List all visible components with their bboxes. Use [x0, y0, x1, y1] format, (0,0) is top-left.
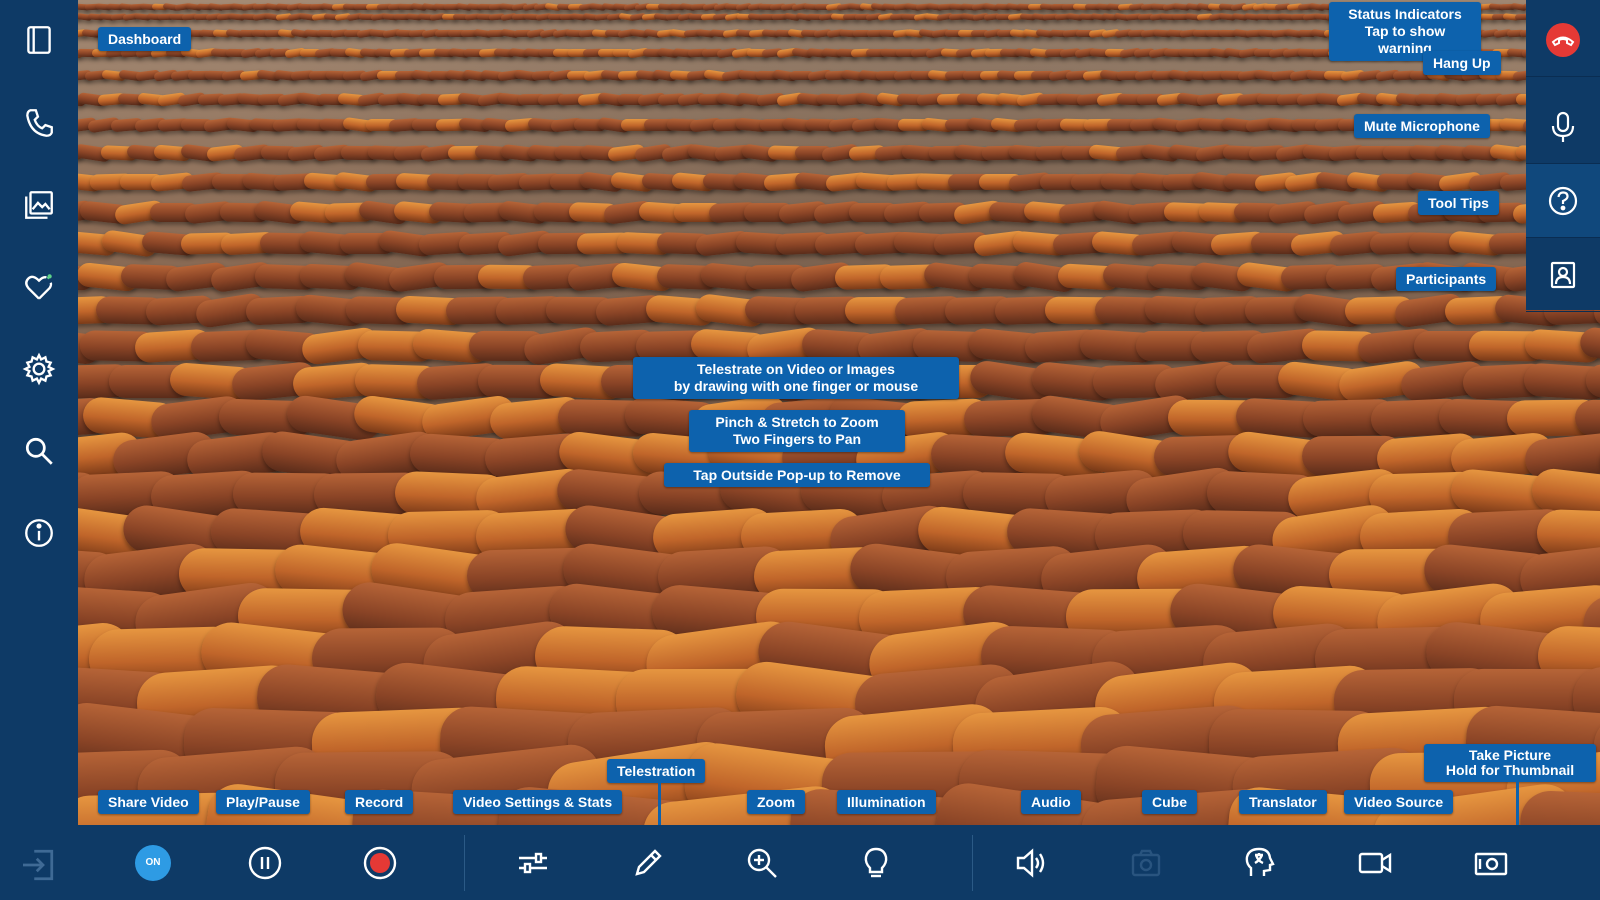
- hang-up-button[interactable]: [1526, 3, 1600, 77]
- tooltip-hang-up: Hang Up: [1423, 51, 1501, 75]
- share-video-button[interactable]: ON: [132, 842, 174, 884]
- bottom-toolbar: ON: [78, 825, 1600, 900]
- dashboard-icon[interactable]: [19, 20, 59, 60]
- translator-icon: [1245, 847, 1275, 876]
- video-settings-button[interactable]: [512, 842, 554, 884]
- speaker-icon: [1016, 848, 1045, 878]
- tooltip-take-picture: Take Picture Hold for Thumbnail: [1424, 744, 1596, 782]
- zoom-in-icon: [747, 848, 777, 878]
- tool-tips-button[interactable]: [1526, 164, 1600, 238]
- play-pause-button[interactable]: [244, 842, 286, 884]
- tooltip-translator: Translator: [1239, 790, 1327, 814]
- tooltip-video-source: Video Source: [1344, 790, 1454, 814]
- cube-camera-icon: [1131, 849, 1161, 877]
- take-picture-button[interactable]: [1470, 842, 1512, 884]
- tooltip-telestrate: Telestrate on Video or Images by drawing…: [633, 357, 959, 399]
- tooltip-play-pause: Play/Pause: [216, 790, 310, 814]
- hang-up-icon: [1546, 22, 1580, 57]
- tooltip-tap-outside: Tap Outside Pop-up to Remove: [664, 463, 930, 487]
- sliders-icon: [519, 852, 547, 874]
- tooltip-record: Record: [345, 790, 414, 814]
- tooltip-dashboard: Dashboard: [98, 27, 192, 51]
- tooltip-telestration: Telestration: [607, 759, 706, 783]
- participants-icon: [1550, 261, 1576, 288]
- tooltip-audio: Audio: [1021, 790, 1081, 814]
- telestration-button[interactable]: [627, 842, 669, 884]
- video-source-button[interactable]: [1354, 842, 1396, 884]
- tooltip-zoom: Zoom: [747, 790, 806, 814]
- lightbulb-icon: [864, 847, 888, 878]
- gallery-icon[interactable]: [19, 185, 59, 225]
- video-call-screen: ON Dashboard Status Indicators Tap to sh…: [0, 0, 1600, 900]
- record-button[interactable]: [359, 842, 401, 884]
- left-sidebar: [0, 0, 78, 900]
- illumination-button[interactable]: [855, 842, 897, 884]
- tooltip-cube: Cube: [1142, 790, 1197, 814]
- tooltip-take-picture-line1: Take Picture: [1468, 747, 1552, 763]
- tooltip-pinch-zoom: Pinch & Stretch to Zoom Two Fingers to P…: [689, 410, 905, 452]
- translator-button[interactable]: [1239, 842, 1281, 884]
- toolbar-divider: [464, 835, 465, 891]
- tooltip-telestration-stem: [658, 782, 661, 825]
- tooltip-illumination: Illumination: [837, 790, 936, 814]
- right-panel: [1526, 0, 1600, 312]
- pause-icon: [248, 846, 282, 880]
- pencil-icon: [635, 849, 662, 876]
- tooltip-status-line1: Status Indicators: [1348, 6, 1462, 22]
- tooltip-telestrate-line1: Telestrate on Video or Images: [697, 361, 895, 377]
- participants-button[interactable]: [1526, 238, 1600, 312]
- tooltip-take-picture-line2: Hold for Thumbnail: [1445, 762, 1575, 778]
- toolbar-divider: [972, 835, 973, 891]
- tooltip-participants: Participants: [1396, 267, 1497, 291]
- tooltip-telestrate-line2: by drawing with one finger or mouse: [673, 378, 919, 394]
- tooltip-mute-microphone: Mute Microphone: [1354, 114, 1490, 138]
- tooltip-pinch-line1: Pinch & Stretch to Zoom: [715, 414, 879, 430]
- share-video-on-label: ON: [145, 857, 161, 868]
- search-icon[interactable]: [19, 431, 59, 471]
- take-picture-icon: [1474, 852, 1508, 876]
- video-camera-icon: [1358, 852, 1392, 874]
- exit-icon[interactable]: [18, 845, 58, 885]
- cube-button[interactable]: [1125, 842, 1167, 884]
- tooltip-tool-tips: Tool Tips: [1418, 191, 1499, 215]
- info-icon[interactable]: [19, 513, 59, 553]
- audio-button[interactable]: [1010, 842, 1052, 884]
- tooltip-share-video: Share Video: [98, 790, 199, 814]
- tooltip-video-settings: Video Settings & Stats: [453, 790, 623, 814]
- favorites-icon[interactable]: [19, 267, 59, 307]
- phone-icon[interactable]: [19, 103, 59, 143]
- zoom-button[interactable]: [741, 842, 783, 884]
- record-icon: [363, 846, 397, 880]
- settings-icon[interactable]: [19, 349, 59, 389]
- tooltip-pinch-line2: Two Fingers to Pan: [732, 431, 862, 447]
- tooltip-take-picture-stem: [1516, 776, 1519, 825]
- help-icon: [1548, 186, 1578, 215]
- microphone-icon: [1551, 111, 1575, 142]
- mute-microphone-button[interactable]: [1526, 90, 1600, 164]
